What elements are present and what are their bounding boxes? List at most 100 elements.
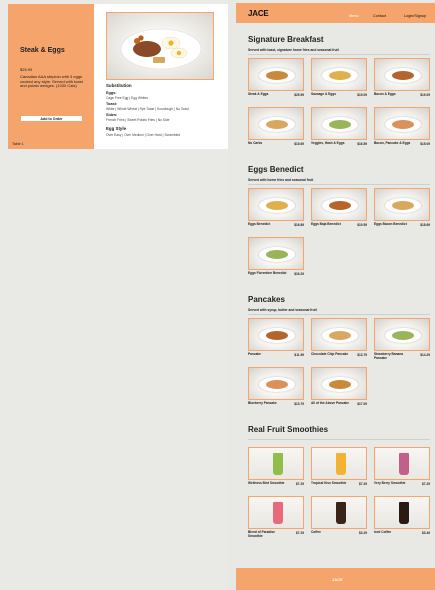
section-title: Eggs Benedict bbox=[248, 165, 304, 174]
menu-item-card[interactable]: Eggs Bacon Benedict $18.69 bbox=[374, 188, 430, 228]
substitution-title: Substitution bbox=[106, 83, 132, 88]
menu-item-image[interactable] bbox=[311, 107, 367, 140]
menu-item-card[interactable]: Bacon, Pancake & Eggs $15.09 bbox=[374, 107, 430, 147]
menu-item-card[interactable]: Coffee $3.29 bbox=[311, 496, 367, 536]
menu-item-image[interactable] bbox=[311, 318, 367, 351]
section-title: Real Fruit Smoothies bbox=[248, 425, 329, 434]
menu-item-name: Eggs Benedict bbox=[248, 222, 271, 226]
footer-logo: JACE bbox=[332, 577, 343, 582]
nav-link-login[interactable]: Login/Signup bbox=[404, 14, 426, 18]
menu-item-name: Coffee bbox=[311, 530, 321, 534]
item-photo bbox=[106, 12, 214, 80]
egg-style-options[interactable]: Over Easy | Over Medium | Over Hard | Sc… bbox=[106, 133, 180, 137]
food-image bbox=[329, 120, 351, 129]
brand-logo[interactable]: JACE bbox=[248, 9, 269, 18]
menu-item-image[interactable] bbox=[311, 447, 367, 480]
menu-item-image[interactable] bbox=[311, 58, 367, 91]
item-detail-overlay: Steak & Eggs $25.99 Canadian AAA striplo… bbox=[0, 0, 228, 590]
menu-item-name: Very Berry Smoothie bbox=[374, 481, 406, 485]
menu-item-price: $7.29 bbox=[359, 482, 367, 486]
menu-item-image[interactable] bbox=[374, 496, 430, 529]
toast-label: Toast: bbox=[106, 102, 118, 106]
menu-item-image[interactable] bbox=[248, 318, 304, 351]
menu-item-card[interactable]: Steak & Eggs $25.99 bbox=[248, 58, 304, 98]
menu-item-name: Eggs Bacon Benedict bbox=[374, 222, 407, 226]
toast-options[interactable]: White | Whole Wheat | Rye Toast | Sourdo… bbox=[106, 107, 189, 111]
menu-item-card[interactable]: Tropical Kiss Smoothie $7.29 bbox=[311, 447, 367, 487]
food-image bbox=[266, 201, 288, 210]
menu-item-price: $25.99 bbox=[294, 93, 304, 97]
menu-item-card[interactable]: Eggs Baja Benedict $19.59 bbox=[311, 188, 367, 228]
add-to-order-button[interactable]: Add to Order bbox=[20, 115, 83, 122]
eggs-label: Eggs: bbox=[106, 91, 117, 95]
nav-link-menu[interactable]: Menu bbox=[349, 14, 359, 18]
menu-item-image[interactable] bbox=[248, 237, 304, 270]
menu-item-image[interactable] bbox=[374, 188, 430, 221]
menu-item-card[interactable]: Pancake $11.59 bbox=[248, 318, 304, 358]
menu-item-card[interactable]: Wellness Bird Smoothie $7.29 bbox=[248, 447, 304, 487]
menu-item-price: $16.29 bbox=[294, 272, 304, 276]
menu-item-name: Bacon & Eggs bbox=[374, 92, 396, 96]
drink-cup-image bbox=[273, 453, 283, 475]
food-image bbox=[329, 380, 351, 389]
section-subtitle: Served with home fries and seasonal frui… bbox=[248, 178, 314, 182]
menu-item-card[interactable]: Very Berry Smoothie $7.29 bbox=[374, 447, 430, 487]
menu-item-name: Chocolate Chip Pancake bbox=[311, 352, 349, 356]
food-image bbox=[392, 71, 414, 80]
menu-item-name: Blueberry Pancake bbox=[248, 401, 277, 405]
menu-item-image[interactable] bbox=[248, 107, 304, 140]
menu-item-card[interactable]: Strawberry Banana Pancake $14.29 bbox=[374, 318, 430, 360]
section-subtitle: Served with syrup, butter and seasonal f… bbox=[248, 308, 317, 312]
menu-item-image[interactable] bbox=[311, 188, 367, 221]
menu-item-image[interactable] bbox=[311, 496, 367, 529]
food-image bbox=[329, 71, 351, 80]
menu-item-image[interactable] bbox=[374, 318, 430, 351]
sides-options[interactable]: French Fries | Sweet Potato Fries | No S… bbox=[106, 118, 169, 122]
menu-item-image[interactable] bbox=[374, 107, 430, 140]
food-image bbox=[266, 250, 288, 259]
steak-eggs-plate-image bbox=[120, 28, 202, 70]
menu-item-price: $13.79 bbox=[357, 353, 367, 357]
menu-item-image[interactable] bbox=[248, 496, 304, 529]
drink-cup-image bbox=[336, 502, 346, 524]
table-label: Table 1 bbox=[12, 142, 24, 146]
food-image bbox=[329, 201, 351, 210]
menu-page: JACE Menu Contact Login/Signup Signature… bbox=[236, 0, 435, 590]
section-divider bbox=[248, 314, 430, 315]
menu-item-image[interactable] bbox=[248, 188, 304, 221]
food-image bbox=[266, 380, 288, 389]
nav-link-contact[interactable]: Contact bbox=[373, 14, 386, 18]
menu-item-image[interactable] bbox=[248, 447, 304, 480]
menu-item-card[interactable]: Sausage & Eggs $19.09 bbox=[311, 58, 367, 98]
menu-item-name: Wellness Bird Smoothie bbox=[248, 481, 285, 485]
eggs-options[interactable]: Cage Free Egg | Egg Whites bbox=[106, 96, 148, 100]
food-image bbox=[329, 331, 351, 340]
item-price: $25.99 bbox=[20, 67, 33, 72]
menu-item-image[interactable] bbox=[248, 58, 304, 91]
menu-item-card[interactable]: Veggies, Hash & Eggs $16.59 bbox=[311, 107, 367, 147]
menu-item-card[interactable]: Bacon & Eggs $19.09 bbox=[374, 58, 430, 98]
menu-item-price: $19.59 bbox=[357, 223, 367, 227]
menu-item-price: $7.29 bbox=[296, 482, 304, 486]
menu-item-image[interactable] bbox=[311, 367, 367, 400]
menu-item-name: Eggs Florentine Benedict bbox=[248, 271, 287, 275]
menu-item-name: Tropical Kiss Smoothie bbox=[311, 481, 347, 485]
menu-item-card[interactable]: Iced Coffee $3.49 bbox=[374, 496, 430, 536]
food-image bbox=[392, 201, 414, 210]
menu-item-price: $11.59 bbox=[294, 353, 304, 357]
menu-item-name: Pancake bbox=[248, 352, 261, 356]
menu-item-image[interactable] bbox=[374, 447, 430, 480]
menu-item-card[interactable]: Blend of Paradise Smoothie $7.29 bbox=[248, 496, 304, 538]
menu-item-image[interactable] bbox=[248, 367, 304, 400]
menu-item-card[interactable]: Blueberry Pancake $13.79 bbox=[248, 367, 304, 407]
food-image bbox=[266, 71, 288, 80]
menu-item-price: $16.89 bbox=[294, 223, 304, 227]
menu-item-card[interactable]: Eggs Florentine Benedict $16.29 bbox=[248, 237, 304, 277]
menu-item-card[interactable]: Chocolate Chip Pancake $13.79 bbox=[311, 318, 367, 358]
menu-item-price: $15.69 bbox=[294, 142, 304, 146]
menu-item-name: Eggs Baja Benedict bbox=[311, 222, 341, 226]
menu-item-card[interactable]: Eggs Benedict $16.89 bbox=[248, 188, 304, 228]
menu-item-card[interactable]: All of the Above Pancake $17.09 bbox=[311, 367, 367, 407]
menu-item-image[interactable] bbox=[374, 58, 430, 91]
menu-item-card[interactable]: No Carbs $15.69 bbox=[248, 107, 304, 147]
